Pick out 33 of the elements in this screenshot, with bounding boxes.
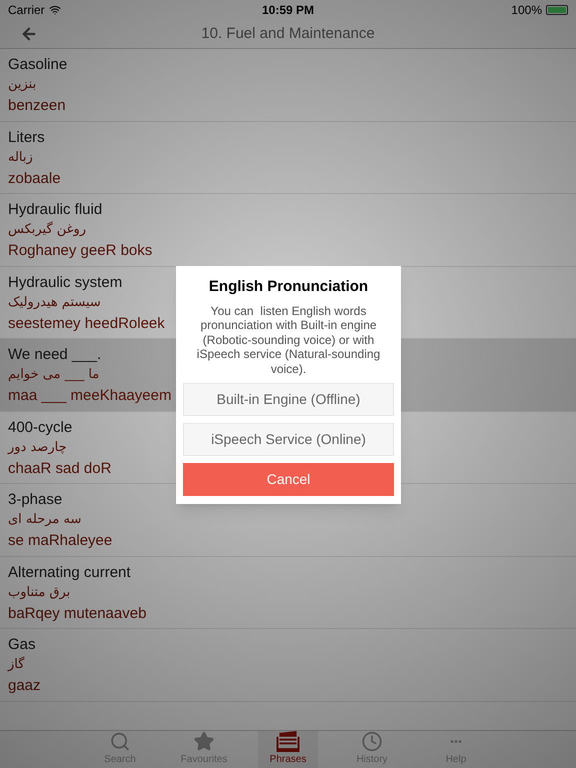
dialog-message: You can listen English words pronunciation with Built-in engine (Robotic-sounding voice) or with iSpeech service (Natural-sounding voice). [196,304,382,376]
transliteration: gaaz [8,676,41,696]
persian-phrase: سه مرحله ای [8,511,82,529]
transliteration: se maRhaleyee [8,531,112,551]
persian-phrase: سیستم هیدرولیک [8,294,101,312]
english-phrase: Alternating current [8,562,131,582]
transliteration: chaaR sad doR [8,458,112,478]
english-phrase: 3-phase [8,490,62,510]
persian-phrase: ما ___ می خوایم [8,366,100,384]
persian-phrase: زباله [8,148,33,166]
english-phrase: Hydraulic system [8,272,122,292]
english-phrase: Hydraulic fluid [8,200,102,220]
persian-phrase: برق متناوب [8,584,70,602]
english-phrase: 400-cycle [8,418,72,438]
english-phrase: Gas [8,635,36,655]
persian-phrase: چارصد دور [8,438,67,456]
english-phrase: Liters [8,128,45,148]
transliteration: maa ___ meeKhaayeem [8,386,172,406]
transliteration: zobaale [8,168,61,188]
english-phrase: Gasoline [8,55,68,75]
persian-phrase: بنزین [8,76,36,94]
dialog-title: English Pronunciation [208,277,368,297]
transliteration: baRqey mutenaaveb [8,604,146,624]
battery-percent: 100% [511,2,542,19]
transliteration: Roghaney geeR boks [8,241,152,261]
persian-phrase: گاز [8,656,24,674]
clock-time: 10:59 PM [262,2,314,19]
transliteration: benzeen [8,96,66,116]
english-phrase: We need ___. [8,345,102,365]
window-title: 10. Fuel and Maintenance [201,24,375,44]
persian-phrase: روغن گیربکس [8,220,86,239]
transliteration: seestemey heedRoleek [8,314,165,334]
carrier-label: Carrier [8,2,45,19]
